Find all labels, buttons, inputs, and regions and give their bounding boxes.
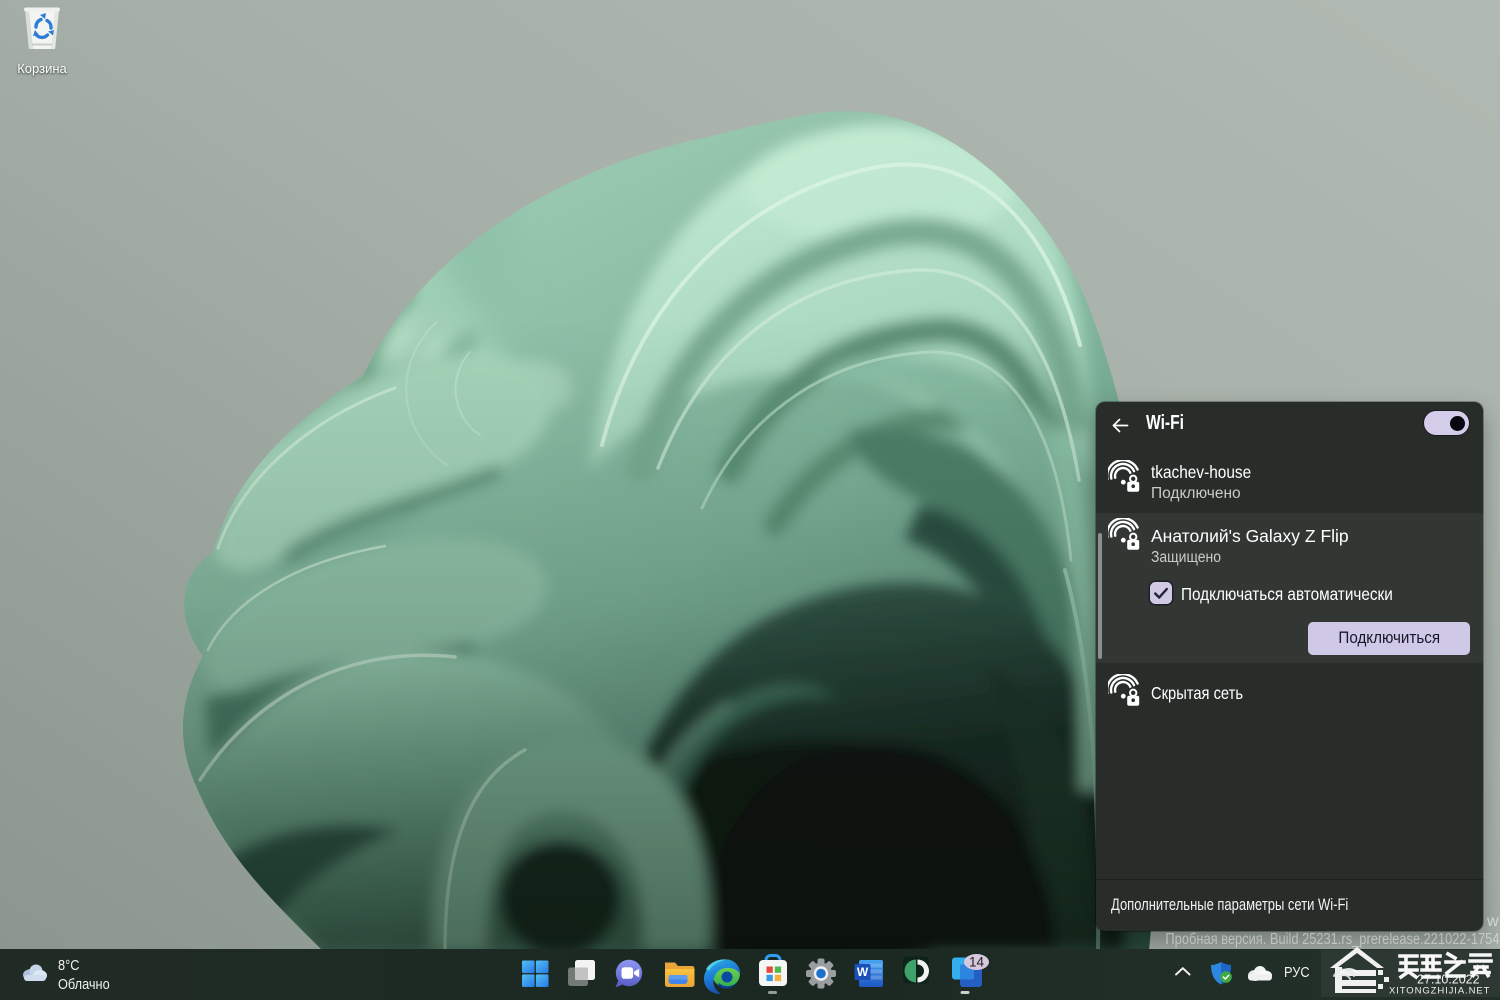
svg-text:14: 14 xyxy=(969,955,985,970)
svg-text:27.10.2022: 27.10.2022 xyxy=(1417,973,1480,987)
svg-text:XITONGZHIJIA.NET: XITONGZHIJIA.NET xyxy=(1389,986,1490,997)
svg-text:W: W xyxy=(857,965,869,979)
